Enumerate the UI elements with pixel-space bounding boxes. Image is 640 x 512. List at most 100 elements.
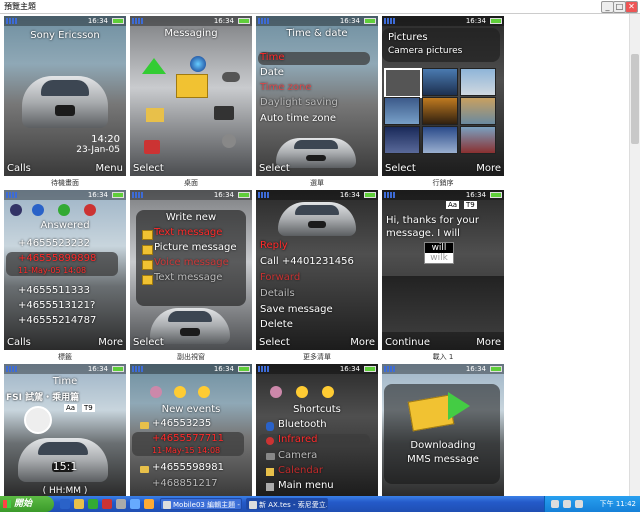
taskbar-item-theme-creator[interactable]: 新 AX.tes - 索尼愛立...	[246, 498, 328, 510]
shortcut-tab-icon[interactable]	[270, 386, 282, 398]
tab-icon-missed[interactable]	[84, 204, 96, 216]
events-title: New events	[161, 404, 221, 415]
popup-item-picture-message[interactable]: Picture message	[154, 242, 237, 253]
phone-preview-menu[interactable]: 16:34 Time & date Time Date Time zone Da…	[256, 16, 378, 176]
phone-preview-tabs[interactable]: 16:34 Answered +4655523232 +46555899898 …	[4, 190, 126, 350]
picture-thumbnail[interactable]	[384, 126, 420, 154]
softkey-left[interactable]: Calls	[7, 163, 31, 174]
popup-item-text-message-2[interactable]: Text message	[154, 272, 222, 283]
picture-thumbnail[interactable]	[384, 97, 420, 125]
phone-preview-standby[interactable]: 16:34 Sony Ericsson 14:20 23-Jan-05 Calls…	[4, 16, 126, 176]
app-icon[interactable]	[130, 499, 140, 509]
shortcut-camera[interactable]: Camera	[278, 450, 317, 461]
picture-thumbnail[interactable]	[460, 97, 496, 125]
shortcut-tab-icon[interactable]	[322, 386, 334, 398]
softkey-right[interactable]: Menu	[96, 163, 123, 174]
tab-icon-answered[interactable]	[32, 204, 44, 216]
analog-clock-icon	[24, 406, 52, 434]
option-call[interactable]: Call +4401231456	[260, 256, 354, 267]
softkey-left[interactable]: Continue	[385, 337, 430, 348]
folder-icon[interactable]	[74, 499, 84, 509]
softkey-right[interactable]: More	[98, 337, 123, 348]
phone-preview-shortcuts[interactable]: 16:34 Shortcuts Bluetooth Infrared Camer…	[256, 364, 378, 496]
download-status: Downloading	[410, 440, 476, 451]
app-icon[interactable]	[102, 499, 112, 509]
system-clock[interactable]: 下午 11:42	[600, 499, 636, 509]
picture-thumbnail[interactable]	[422, 126, 458, 154]
option-reply[interactable]: Reply	[260, 240, 288, 251]
softkey-left[interactable]: Select	[385, 163, 416, 174]
picture-thumbnail[interactable]	[460, 68, 496, 96]
tray-icon[interactable]	[563, 500, 571, 508]
softkey-right[interactable]: More	[350, 337, 375, 348]
scrollbar-thumb[interactable]	[631, 54, 639, 144]
event-entry[interactable]: +4655598981	[152, 462, 224, 473]
menu-item-daylight-saving[interactable]: Daylight saving	[260, 97, 338, 108]
picture-thumbnail[interactable]	[422, 97, 458, 125]
picture-thumbnail[interactable]	[384, 68, 422, 98]
app-icon[interactable]	[144, 499, 154, 509]
phone-preview-text-input[interactable]: 16:34 Aa T9 Hi, thanks for your message.…	[382, 190, 504, 350]
phone-preview-downloading[interactable]: 16:34 Downloading MMS message	[382, 364, 504, 496]
call-entry[interactable]: +4655513121?	[18, 300, 95, 311]
shortcut-calendar[interactable]: Calendar	[278, 465, 323, 476]
suggestion-selected[interactable]: will	[425, 243, 453, 253]
softkey-left[interactable]: Select	[259, 337, 290, 348]
call-entry[interactable]: +46555214787	[18, 315, 96, 326]
event-tab-icon[interactable]	[198, 386, 210, 398]
shortcut-bluetooth[interactable]: Bluetooth	[278, 419, 327, 430]
softkey-left[interactable]: Select	[133, 337, 164, 348]
picture-thumbnail[interactable]	[422, 68, 458, 96]
contacts-icon	[144, 140, 160, 154]
tab-icon-dialled[interactable]	[58, 204, 70, 216]
close-button[interactable]: ✕	[625, 1, 638, 13]
shortcut-infrared[interactable]: Infrared	[278, 434, 317, 445]
shortcut-main-menu[interactable]: Main menu	[278, 480, 334, 491]
event-entry[interactable]: +468851217	[152, 478, 218, 489]
softkey-left[interactable]: Select	[259, 163, 290, 174]
event-tab-icon[interactable]	[174, 386, 186, 398]
vertical-scrollbar[interactable]	[629, 14, 640, 496]
phone-preview-more-list[interactable]: 16:34 Reply Call +4401231456 Forward Det…	[256, 190, 378, 350]
menu-item-time-zone[interactable]: Time zone	[260, 82, 312, 93]
tray-icon[interactable]	[551, 500, 559, 508]
option-details[interactable]: Details	[260, 288, 295, 299]
phone-preview-pictures[interactable]: 16:34 Pictures Camera pictures Select Mo…	[382, 16, 504, 176]
taskbar-item-editor[interactable]: Mobile03 編輯主題 - ...	[160, 498, 242, 510]
popup-item-text-message[interactable]: Text message	[154, 227, 222, 238]
phone-preview-new-events[interactable]: 16:34 New events +46553235 +4655577711 1…	[130, 364, 252, 496]
input-mode-badge: Aa	[64, 404, 78, 412]
camera-icon	[266, 453, 275, 460]
option-delete[interactable]: Delete	[260, 319, 293, 330]
phone-preview-popup[interactable]: 16:34 Write new Text message Picture mes…	[130, 190, 252, 350]
clock-value[interactable]: 15:1	[4, 460, 126, 473]
menu-item-time[interactable]: Time	[260, 52, 284, 63]
softkey-left[interactable]: Select	[133, 163, 164, 174]
softkey-right[interactable]: More	[476, 163, 501, 174]
phone-preview-desktop[interactable]: 16:34 Messaging Select	[130, 16, 252, 176]
volume-icon[interactable]	[575, 500, 583, 508]
app-icon[interactable]	[116, 499, 126, 509]
softkey-right[interactable]: More	[476, 337, 501, 348]
suggestion[interactable]: wilk	[425, 253, 453, 263]
option-forward[interactable]: Forward	[260, 272, 300, 283]
softkey-left[interactable]: Calls	[7, 337, 31, 348]
event-entry[interactable]: +46553235	[152, 418, 211, 429]
menu-item-auto-time-zone[interactable]: Auto time zone	[260, 113, 336, 124]
message-text[interactable]: Hi, thanks for your message. I will	[386, 214, 496, 240]
picture-thumbnail[interactable]	[460, 126, 496, 154]
call-entry-selected[interactable]: +46555899898	[18, 253, 96, 264]
option-save-message[interactable]: Save message	[260, 304, 333, 315]
start-button[interactable]: 開始	[0, 496, 54, 512]
tab-icon-all[interactable]	[10, 204, 22, 216]
ie-icon[interactable]	[60, 499, 70, 509]
call-entry[interactable]: +4655523232	[18, 238, 90, 249]
call-entry[interactable]: +4655511333	[18, 285, 90, 296]
event-entry-selected[interactable]: +4655577711	[152, 433, 224, 444]
phone-preview-clock[interactable]: 16:34 Time FSI 試駕・乘用篇 Aa T9 15:1 ( HH:MM…	[4, 364, 126, 496]
media-icon[interactable]	[88, 499, 98, 509]
popup-item-voice-message[interactable]: Voice message	[154, 257, 229, 268]
menu-item-date[interactable]: Date	[260, 67, 284, 78]
event-tab-icon[interactable]	[150, 386, 162, 398]
shortcut-tab-icon[interactable]	[296, 386, 308, 398]
